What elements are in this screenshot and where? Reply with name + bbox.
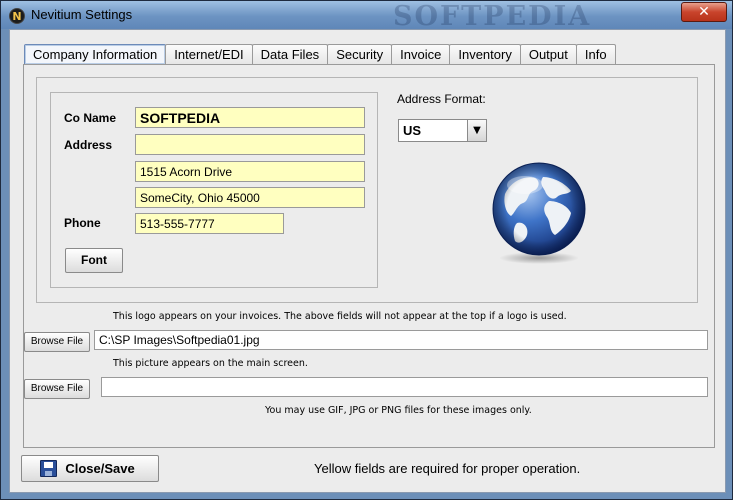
close-save-label: Close/Save [65,461,135,476]
title-bar[interactable]: N Nevitium Settings SOFTPEDIA ✕ [1,1,732,32]
close-save-button[interactable]: Close/Save [21,455,159,482]
tab-inventory[interactable]: Inventory [449,44,521,64]
client-area: Company Information Internet/EDI Data Fi… [9,29,726,493]
font-button[interactable]: Font [65,248,123,273]
save-disk-icon [40,460,57,477]
window-title: Nevitium Settings [31,7,133,22]
tab-info[interactable]: Info [575,44,616,64]
tab-security[interactable]: Security [327,44,393,64]
address-format-label: Address Format: [397,92,486,106]
company-details-group: Co Name SOFTPEDIA Address 1515 Acorn Dri… [36,77,698,303]
app-icon: N [9,8,25,24]
address-label: Address [64,138,113,152]
tab-company-information[interactable]: Company Information [24,44,167,64]
status-message: Yellow fields are required for proper op… [314,461,581,476]
tab-internet-edi[interactable]: Internet/EDI [165,44,253,64]
close-window-button[interactable]: ✕ [681,2,727,22]
address-line2-field[interactable]: 1515 Acorn Drive [135,161,365,182]
watermark-logo: SOFTPEDIA [393,1,592,32]
logo-path-field[interactable]: C:\SP Images\Softpedia01.jpg [94,330,708,350]
co-name-label: Co Name [64,111,117,125]
address-format-select[interactable]: US ▼ [398,119,487,142]
settings-window: N Nevitium Settings SOFTPEDIA ✕ Company … [0,0,733,500]
co-name-field[interactable]: SOFTPEDIA [135,107,365,128]
company-fields-group: Co Name SOFTPEDIA Address 1515 Acorn Dri… [50,92,378,288]
globe-icon [492,162,586,264]
tab-data-files[interactable]: Data Files [251,44,329,64]
tab-output[interactable]: Output [519,44,577,64]
tab-invoice[interactable]: Invoice [391,44,451,64]
picture-path-field[interactable] [101,377,708,397]
logo-note: This logo appears on your invoices. The … [113,311,567,322]
company-information-panel: Co Name SOFTPEDIA Address 1515 Acorn Dri… [23,64,715,448]
formats-note: You may use GIF, JPG or PNG files for th… [265,405,532,416]
phone-label: Phone [64,216,101,230]
address-line1-field[interactable] [135,134,365,155]
browse-picture-button[interactable]: Browse File [24,379,90,399]
address-line3-field[interactable]: SomeCity, Ohio 45000 [135,187,365,208]
browse-logo-button[interactable]: Browse File [24,332,90,352]
settings-tabs: Company Information Internet/EDI Data Fi… [24,44,616,64]
phone-field[interactable]: 513-555-7777 [135,213,284,234]
dropdown-arrow-icon[interactable]: ▼ [467,120,486,141]
address-format-value: US [403,123,422,138]
picture-note: This picture appears on the main screen. [113,358,308,369]
